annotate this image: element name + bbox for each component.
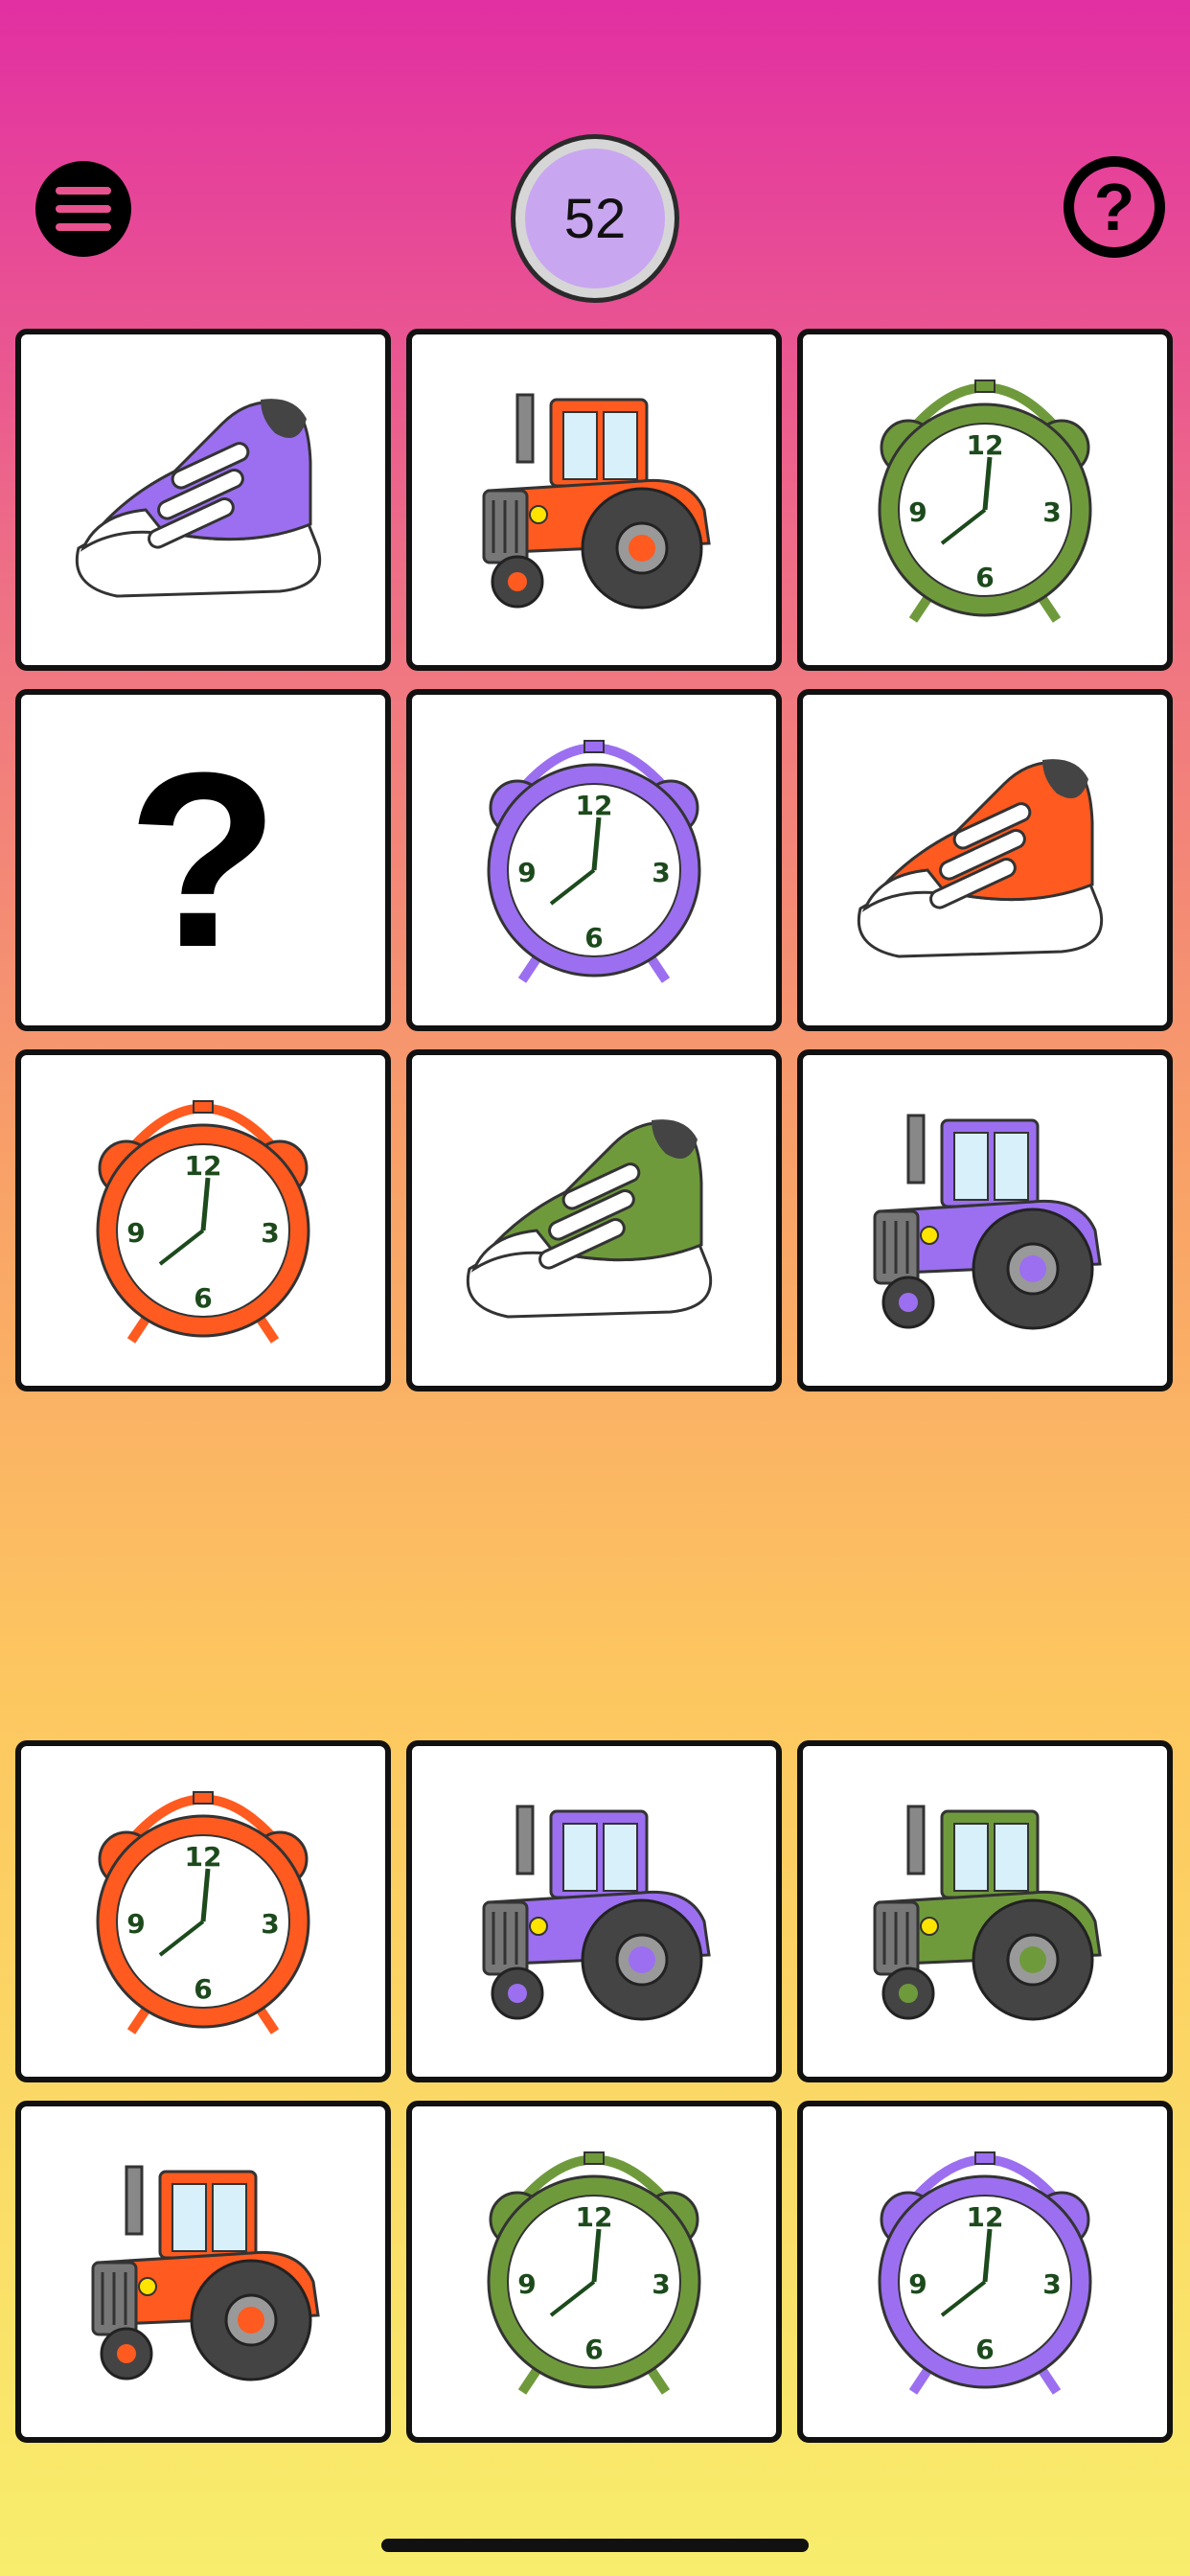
choice-card-purple-clock[interactable]: 12 3 6 9 <box>797 2101 1173 2443</box>
svg-text:6: 6 <box>194 1973 212 2005</box>
alarm-clock-icon: 12 3 6 9 <box>96 1790 310 2035</box>
svg-text:12: 12 <box>967 2201 1004 2233</box>
alarm-clock-icon: 12 3 6 9 <box>487 739 701 983</box>
score-badge: 52 <box>511 134 679 303</box>
svg-text:6: 6 <box>975 2334 994 2365</box>
help-glyph: ? <box>1093 170 1135 244</box>
alarm-clock-icon: 12 3 6 9 <box>878 2150 1092 2395</box>
tractor-icon <box>873 1805 1102 2020</box>
svg-text:12: 12 <box>185 1841 222 1873</box>
hamburger-menu-icon[interactable] <box>35 161 131 257</box>
svg-text:3: 3 <box>1042 496 1061 528</box>
choice-card-green-tractor[interactable] <box>797 1740 1173 2082</box>
svg-text:9: 9 <box>908 496 927 528</box>
svg-text:6: 6 <box>975 562 994 593</box>
svg-text:9: 9 <box>517 2268 536 2300</box>
tractor-icon <box>873 1114 1102 1329</box>
shoe-icon <box>857 758 1104 958</box>
board-card-green-shoe <box>406 1049 782 1392</box>
menu-line <box>56 205 111 213</box>
svg-text:12: 12 <box>967 429 1004 461</box>
svg-text:12: 12 <box>576 790 613 821</box>
alarm-clock-icon: 12 3 6 9 <box>96 1099 310 1344</box>
board-card-orange-shoe <box>797 689 1173 1031</box>
svg-text:6: 6 <box>584 2334 603 2365</box>
score-ring: 52 <box>515 139 675 298</box>
svg-text:3: 3 <box>1042 2268 1061 2300</box>
board-card-purple-clock: 12 3 6 9 <box>406 689 782 1031</box>
board-card-orange-tractor <box>406 329 782 671</box>
tractor-icon <box>482 393 711 609</box>
board-card-orange-clock: 12 3 6 9 <box>15 1049 391 1392</box>
svg-text:9: 9 <box>517 857 536 888</box>
board-card-purple-tractor <box>797 1049 1173 1392</box>
choice-card-orange-tractor[interactable] <box>15 2101 391 2443</box>
svg-text:3: 3 <box>261 1217 279 1249</box>
svg-text:9: 9 <box>126 1908 145 1940</box>
board-unknown-card: ? <box>15 689 391 1031</box>
menu-line <box>56 223 111 231</box>
svg-text:9: 9 <box>126 1217 145 1249</box>
home-indicator <box>381 2539 809 2552</box>
svg-text:6: 6 <box>194 1282 212 1314</box>
board-card-green-clock: 12 3 6 9 <box>797 329 1173 671</box>
alarm-clock-icon: 12 3 6 9 <box>487 2150 701 2395</box>
top-bar: 52 ? <box>0 0 1190 316</box>
choice-card-orange-clock[interactable]: 12 3 6 9 <box>15 1740 391 2082</box>
svg-text:12: 12 <box>576 2201 613 2233</box>
svg-text:6: 6 <box>584 922 603 954</box>
svg-text:12: 12 <box>185 1150 222 1182</box>
menu-line <box>56 187 111 195</box>
svg-text:3: 3 <box>652 857 670 888</box>
alarm-clock-icon: 12 3 6 9 <box>878 379 1092 623</box>
board-card-purple-shoe <box>15 329 391 671</box>
shoe-icon <box>466 1118 713 1319</box>
svg-text:3: 3 <box>652 2268 670 2300</box>
tractor-icon <box>91 2165 320 2380</box>
tractor-icon <box>482 1805 711 2020</box>
choice-card-green-clock[interactable]: 12 3 6 9 <box>406 2101 782 2443</box>
score-value: 52 <box>525 149 665 288</box>
shoe-icon <box>75 398 322 598</box>
svg-text:3: 3 <box>261 1908 279 1940</box>
choice-card-purple-tractor[interactable] <box>406 1740 782 2082</box>
svg-text:9: 9 <box>908 2268 927 2300</box>
question-mark-icon[interactable]: ? <box>1064 156 1165 258</box>
unknown-card-question-mark: ? <box>126 721 280 1000</box>
